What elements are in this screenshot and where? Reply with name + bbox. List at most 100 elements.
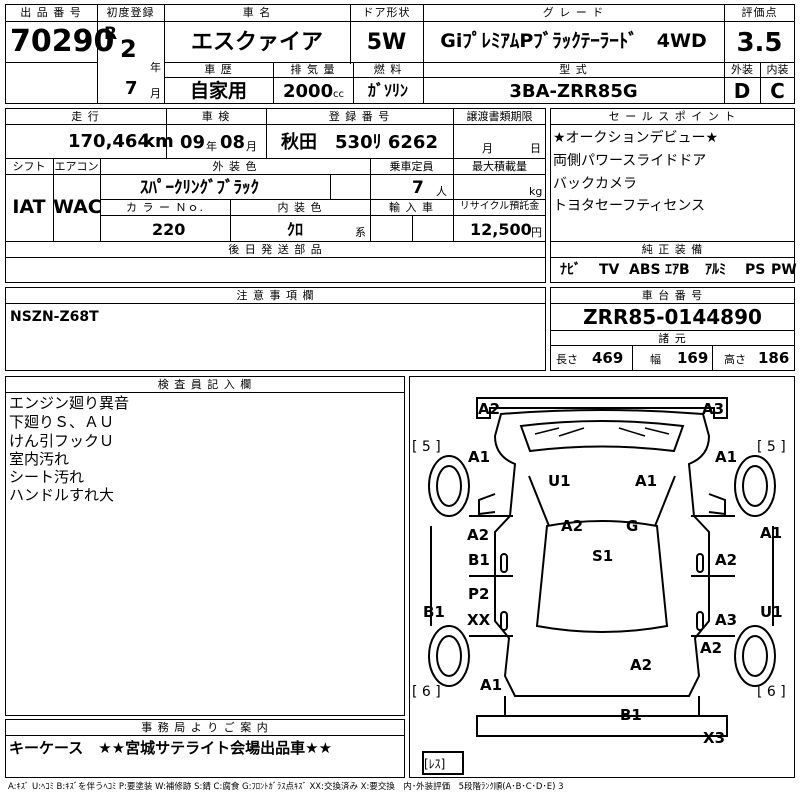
damage-mark: B1 (423, 603, 445, 621)
grade: GiﾌﾟﾚﾐｱﾑPﾌﾞﾗｯｸﾃｰﾗｰﾄﾞ 4WD (440, 30, 707, 52)
doors-label: ドア形状 (362, 6, 411, 19)
load-unit: kg (529, 185, 543, 198)
legend: A:ｷｽﾞ U:ﾍｺﾐ B:ｷｽﾞを伴うﾍｺﾐ P:要塗装 W:補修跡 S:錆 … (8, 782, 564, 792)
damage-mark: B1 (468, 551, 490, 569)
color-no-label: カ ラ ー Ｎｏ. (126, 201, 204, 214)
office-text: キーケース ★★宮城サテライト会場出品車★★ (9, 739, 333, 757)
inspector-line: 下廻りＳ、ＡＵ (9, 413, 115, 431)
damage-mark: B1 (620, 706, 642, 724)
damage-mark: A2 (630, 656, 653, 674)
later-parts-label: 後 日 発 送 部 品 (228, 243, 323, 256)
recycle-unit: 円 (531, 226, 542, 239)
capacity-unit: 人 (436, 185, 447, 198)
car-outline-diagram (422, 397, 776, 775)
color-no: 220 (152, 220, 186, 239)
displacement-unit: cc (333, 89, 344, 100)
ac-label: エアコン (54, 160, 99, 173)
inspection-year-unit: 年 (206, 140, 217, 153)
score: 3.5 (736, 28, 783, 58)
score-label: 評価点 (741, 6, 778, 19)
lot-label: 出 品 番 号 (20, 6, 82, 19)
shift-label: シフト (12, 160, 46, 173)
month-unit: 月 (150, 87, 161, 100)
displacement-label: 排 気 量 (290, 63, 336, 76)
first-reg-label: 初度登録 (106, 6, 155, 19)
mileage-unit: km (143, 131, 174, 152)
model-label: 型 式 (559, 63, 588, 76)
interior-color-label: 内 装 色 (277, 201, 323, 214)
width-value: 169 (677, 349, 709, 367)
damage-mark: A3 (702, 400, 725, 418)
length-value: 469 (592, 349, 624, 367)
damage-mark: A2 (467, 526, 490, 544)
interior-color: ｸﾛ (287, 220, 304, 239)
equipment-item: ABS (629, 262, 661, 278)
history-label: 車 歴 (204, 63, 233, 76)
interior-grade: C (770, 79, 785, 103)
color-label: 外 装 色 (212, 160, 258, 173)
year-unit: 年 (150, 61, 161, 74)
model: 3BA-ZRR85G (509, 81, 638, 102)
damage-mark: S1 (592, 547, 614, 565)
damage-mark: A3 (715, 611, 738, 629)
notes-label: 注 意 事 項 欄 (236, 289, 315, 302)
ac: WAC (53, 196, 102, 218)
inspector-line: けん引フックＵ (9, 432, 115, 450)
era: R (104, 24, 118, 44)
sales-points-label: セ ー ル ス ポ イ ン ト (608, 110, 737, 123)
transfer-month-unit: 月 (482, 142, 493, 155)
mileage: 170,464 (68, 131, 150, 152)
height-value: 186 (758, 349, 790, 367)
chassis-number: ZRR85-0144890 (583, 305, 762, 329)
damage-mark: G (626, 517, 639, 535)
inspection-label: 車 検 (201, 110, 231, 123)
chassis-label: 車 台 番 号 (641, 289, 704, 302)
capacity: 7 (412, 178, 424, 198)
damage-mark: A1 (468, 448, 491, 466)
transfer-label: 譲渡書類期限 (466, 110, 533, 123)
sales-point-item: トヨタセーフティセンス (553, 198, 706, 214)
fuel: ｶﾞｿﾘﾝ (367, 81, 408, 100)
damage-mark: A1 (635, 472, 658, 490)
inspector-line: エンジン廻り異音 (9, 394, 130, 412)
inspector-line: ハンドルすれ大 (9, 486, 115, 504)
damage-mark: A2 (478, 400, 501, 418)
inspection-month: 08 (220, 132, 246, 153)
transfer-day-unit: 日 (530, 142, 541, 155)
damage-mark: A1 (480, 676, 503, 694)
car-name: エスクァイア (190, 30, 323, 55)
exterior-color: ｽﾊﾟｰｸﾘﾝｸﾞﾌﾞﾗｯｸ (140, 178, 259, 198)
tire-indicator: [ 5 ] (412, 439, 441, 455)
damage-mark: A2 (715, 551, 738, 569)
damage-mark: A1 (715, 448, 738, 466)
equipment-label: 純 正 装 備 (641, 243, 704, 256)
sales-point-item: バックカメラ (553, 176, 637, 192)
width-label: 幅 (650, 353, 661, 366)
interior-color-unit: 系 (355, 226, 366, 239)
damage-mark: A1 (760, 524, 783, 542)
tire-indicator: [ 5 ] (757, 439, 786, 455)
grade-label: グ レ ー ド (542, 6, 605, 19)
reg-month: 7 (125, 78, 138, 99)
sales-point-item: 両側パワースライドドア (553, 153, 707, 169)
exterior-label: 外装 (731, 63, 753, 76)
tire-indicator: [ 6 ] (757, 684, 786, 700)
spare-tire-indicator: [ﾚｽ] (424, 757, 446, 771)
mileage-label: 走 行 (71, 110, 100, 123)
tire-indicator: [ 6 ] (412, 684, 441, 700)
reg-no: 秋田 530ﾘ 6262 (281, 132, 438, 153)
specs-label: 諸 元 (658, 332, 687, 345)
inspector-label: 検 査 員 記 入 欄 (157, 378, 253, 391)
interior-label: 内装 (766, 63, 789, 76)
displacement: 2000 (283, 81, 334, 102)
recycle-label: リサイクル預託金 (459, 201, 540, 212)
exterior-grade: D (733, 79, 751, 103)
car-name-label: 車 名 (242, 6, 272, 19)
damage-mark: U1 (548, 472, 571, 490)
load-label: 最大積載量 (472, 160, 527, 173)
length-label: 長さ (556, 353, 578, 366)
import-label: 輸 入 車 (389, 201, 434, 214)
shift: IAT (12, 196, 46, 218)
history: 自家用 (189, 80, 247, 102)
sales-point-item: ★オークションデビュー★ (553, 130, 719, 146)
